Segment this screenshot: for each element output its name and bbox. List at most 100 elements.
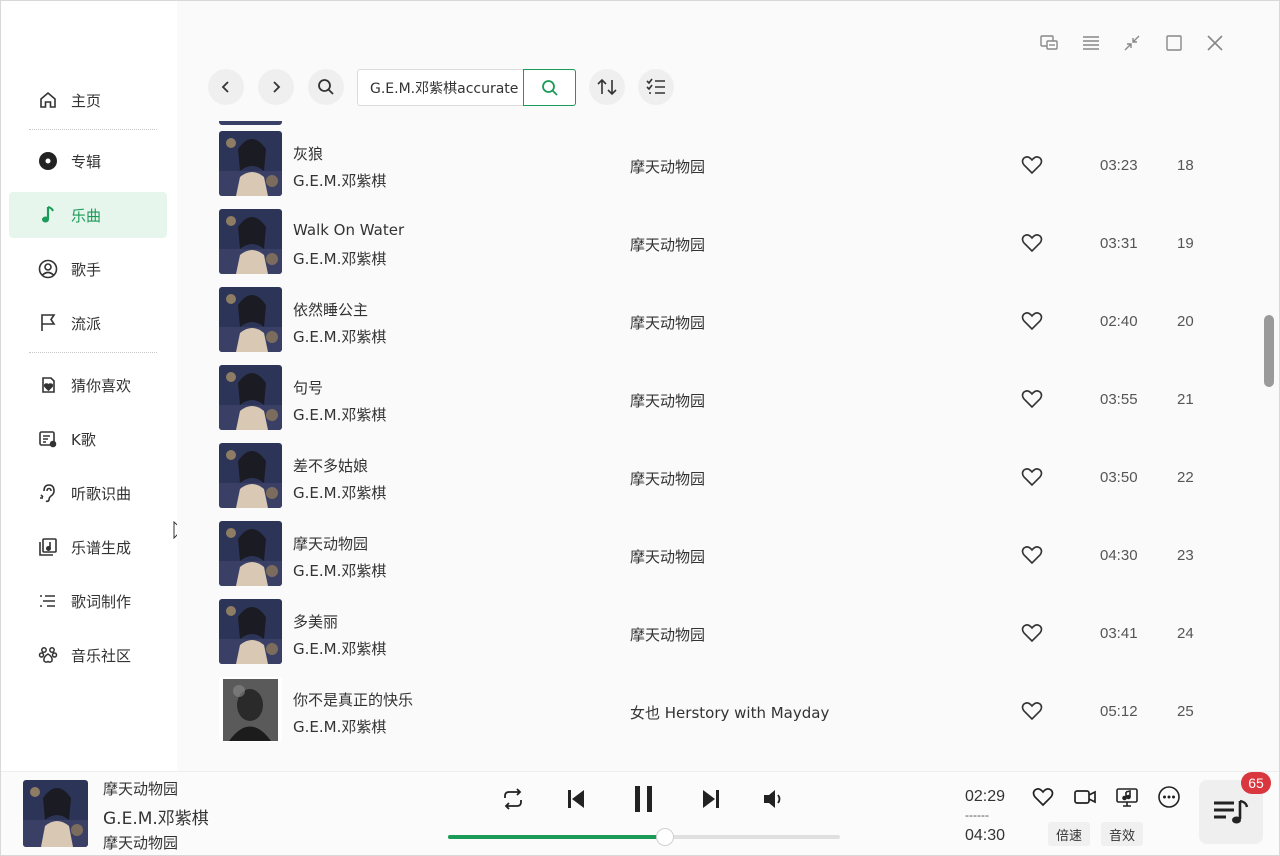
- song-album[interactable]: 摩天动物园: [630, 468, 705, 489]
- search-submit-button[interactable]: [523, 69, 576, 106]
- song-row[interactable]: 你不是真正的快乐 G.E.M.邓紫棋 女也 Herstory with Mayday…: [201, 663, 1261, 742]
- sidebar-item-song-recognition[interactable]: 听歌识曲: [9, 470, 167, 516]
- song-album[interactable]: 女也 Herstory with Mayday: [630, 702, 829, 723]
- song-row[interactable]: 句号 G.E.M.邓紫棋 摩天动物园 03:55 21: [201, 351, 1261, 430]
- song-album[interactable]: 摩天动物园: [630, 156, 705, 177]
- song-artist[interactable]: G.E.M.邓紫棋: [293, 716, 386, 737]
- song-artist[interactable]: G.E.M.邓紫棋: [293, 248, 386, 269]
- cover-art[interactable]: [219, 365, 282, 430]
- sidebar-item-singers[interactable]: 歌手: [9, 246, 167, 292]
- song-title[interactable]: 摩天动物园: [293, 533, 368, 554]
- heart-icon[interactable]: [1021, 701, 1043, 721]
- now-playing-cover[interactable]: [23, 780, 88, 847]
- song-row[interactable]: Walk On Water G.E.M.邓紫棋 摩天动物园 03:31 19: [201, 195, 1261, 274]
- song-artist[interactable]: G.E.M.邓紫棋: [293, 404, 386, 425]
- sidebar-item-label: 听歌识曲: [71, 484, 132, 503]
- heart-icon[interactable]: [1021, 233, 1043, 253]
- chevron-left-icon: [221, 81, 229, 93]
- song-artist[interactable]: G.E.M.邓紫棋: [293, 170, 386, 191]
- song-row[interactable]: 差不多姑娘 G.E.M.邓紫棋 摩天动物园 03:50 22: [201, 429, 1261, 508]
- cover-art[interactable]: [219, 443, 282, 508]
- skip-next-icon: [703, 790, 719, 808]
- sort-button[interactable]: [589, 69, 625, 105]
- heart-icon[interactable]: [1021, 155, 1043, 175]
- heart-doc-icon: [37, 374, 59, 396]
- playback-speed-button[interactable]: 倍速: [1048, 822, 1091, 846]
- song-title[interactable]: 灰狼: [293, 143, 323, 164]
- now-playing-title[interactable]: 摩天动物园: [103, 778, 178, 799]
- song-artist[interactable]: G.E.M.邓紫棋: [293, 638, 386, 659]
- pause-button[interactable]: [627, 782, 661, 816]
- cover-art[interactable]: [219, 209, 282, 274]
- sidebar-item-home[interactable]: 主页: [9, 77, 167, 123]
- now-playing-album[interactable]: 摩天动物园: [103, 832, 178, 853]
- cover-art[interactable]: [219, 599, 282, 664]
- song-title[interactable]: 依然睡公主: [293, 299, 368, 320]
- song-list-scrollbar[interactable]: [1264, 315, 1274, 387]
- song-title[interactable]: 你不是真正的快乐: [293, 689, 413, 710]
- flag-icon: [37, 312, 59, 334]
- close-button[interactable]: [1201, 29, 1229, 57]
- song-artist[interactable]: G.E.M.邓紫棋: [293, 560, 386, 581]
- cover-art[interactable]: [219, 131, 282, 196]
- song-album[interactable]: 摩天动物园: [630, 312, 705, 333]
- sidebar-item-community[interactable]: 音乐社区: [9, 632, 167, 678]
- sidebar-item-genres[interactable]: 流派: [9, 300, 167, 346]
- song-title[interactable]: 多美丽: [293, 611, 338, 632]
- heart-icon[interactable]: [1021, 389, 1043, 409]
- next-button[interactable]: [696, 784, 726, 814]
- sidebar-item-sheet-music[interactable]: 乐谱生成: [9, 524, 167, 570]
- maximize-button[interactable]: [1160, 29, 1188, 57]
- mini-mode-button[interactable]: [1035, 29, 1063, 57]
- multi-select-button[interactable]: [638, 69, 674, 105]
- song-album[interactable]: 摩天动物园: [630, 624, 705, 645]
- app-window: 主页 专辑 乐曲 歌手 流派 猜你喜欢 K歌 听歌识曲 乐谱生成 歌词制作 音乐…: [0, 0, 1280, 856]
- menu-icon[interactable]: [1077, 29, 1105, 57]
- like-button[interactable]: [1030, 784, 1056, 810]
- sidebar-item-karaoke[interactable]: K歌: [9, 416, 167, 462]
- time-separator: ------: [965, 808, 989, 822]
- volume-button[interactable]: [759, 784, 789, 814]
- song-album[interactable]: 摩天动物园: [630, 390, 705, 411]
- song-row[interactable]: 灰狼 G.E.M.邓紫棋 摩天动物园 03:23 18: [201, 121, 1261, 196]
- heart-icon[interactable]: [1021, 545, 1043, 565]
- desktop-lyrics-button[interactable]: [1114, 784, 1140, 810]
- sound-effect-button[interactable]: 音效: [1101, 822, 1144, 846]
- sidebar-item-albums[interactable]: 专辑: [9, 138, 167, 184]
- cover-art[interactable]: [219, 521, 282, 586]
- progress-knob[interactable]: [655, 828, 674, 846]
- song-duration: 03:41: [1100, 625, 1138, 642]
- song-index: 22: [1177, 469, 1194, 486]
- forward-button[interactable]: [258, 69, 294, 105]
- heart-icon[interactable]: [1021, 467, 1043, 487]
- sidebar-item-label: 歌手: [71, 260, 102, 279]
- search-toggle-button[interactable]: [308, 69, 344, 105]
- back-button[interactable]: [208, 69, 244, 105]
- search-input[interactable]: G.E.M.邓紫棋accurate: [357, 69, 523, 106]
- song-artist[interactable]: G.E.M.邓紫棋: [293, 482, 386, 503]
- heart-icon[interactable]: [1021, 623, 1043, 643]
- mv-button[interactable]: [1072, 784, 1098, 810]
- heart-icon[interactable]: [1021, 311, 1043, 331]
- sidebar-item-recommend[interactable]: 猜你喜欢: [9, 362, 167, 408]
- song-title[interactable]: 句号: [293, 377, 323, 398]
- cover-art[interactable]: [219, 677, 282, 742]
- previous-button[interactable]: [561, 784, 591, 814]
- progress-slider[interactable]: [448, 828, 840, 846]
- more-button[interactable]: [1156, 784, 1182, 810]
- song-title[interactable]: Walk On Water: [293, 221, 404, 239]
- cover-art[interactable]: [219, 287, 282, 352]
- minimize-button[interactable]: [1118, 29, 1146, 57]
- song-album[interactable]: 摩天动物园: [630, 546, 705, 567]
- song-row[interactable]: 多美丽 G.E.M.邓紫棋 摩天动物园 03:41 24: [201, 585, 1261, 664]
- repeat-button[interactable]: [498, 784, 528, 814]
- song-row[interactable]: 摩天动物园 G.E.M.邓紫棋 摩天动物园 04:30 23: [201, 507, 1261, 586]
- song-title[interactable]: 差不多姑娘: [293, 455, 368, 476]
- song-row[interactable]: 依然睡公主 G.E.M.邓紫棋 摩天动物园 02:40 20: [201, 273, 1261, 352]
- song-duration: 05:12: [1100, 703, 1138, 720]
- now-playing-artist[interactable]: G.E.M.邓紫棋: [103, 804, 209, 829]
- song-artist[interactable]: G.E.M.邓紫棋: [293, 326, 386, 347]
- sidebar-item-lyrics-maker[interactable]: 歌词制作: [9, 578, 167, 624]
- song-album[interactable]: 摩天动物园: [630, 234, 705, 255]
- sidebar-item-songs[interactable]: 乐曲: [9, 192, 167, 238]
